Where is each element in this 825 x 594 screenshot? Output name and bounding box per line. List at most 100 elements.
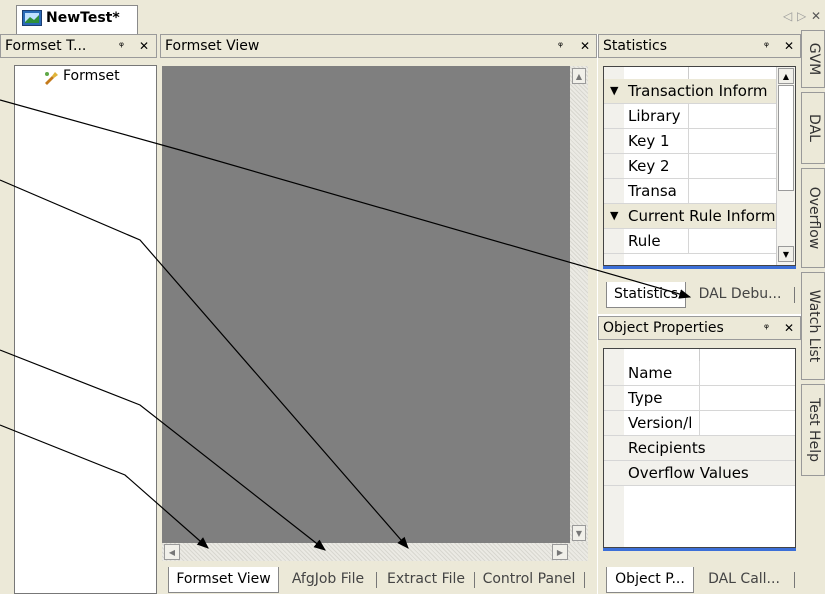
tab-divider xyxy=(376,572,377,588)
property-row[interactable]: Name xyxy=(604,361,795,386)
document-tab-title: NewTest* xyxy=(46,10,120,26)
document-tab-bar: NewTest* ◁ ▷ ✕ xyxy=(0,0,825,34)
pin-icon[interactable]: ᵠ xyxy=(764,317,769,339)
properties-grid: Name Type Version/l Recipients Overflow … xyxy=(603,348,796,548)
tab-afgjob-file[interactable]: AfgJob File xyxy=(281,567,375,593)
close-icon[interactable]: ✕ xyxy=(580,35,590,57)
formset-view-tabstrip: Formset View AfgJob File Extract File Co… xyxy=(160,567,597,594)
category-row[interactable]: ▼ Current Rule Inform xyxy=(604,204,776,229)
tab-divider xyxy=(794,572,795,588)
horizontal-scrollbar[interactable]: ◀ ▶ xyxy=(162,543,588,561)
side-tab-watch-list[interactable]: Watch List xyxy=(801,272,825,380)
statistics-rows: ▼ Transaction Inform Library Key 1 Key 2… xyxy=(604,79,776,265)
panel-title: Formset View xyxy=(165,38,260,54)
scroll-right-icon[interactable]: ▷ xyxy=(797,9,806,23)
formset-icon xyxy=(45,72,58,85)
close-icon[interactable]: ✕ xyxy=(139,35,149,57)
property-label: Library xyxy=(628,107,681,125)
scroll-down-icon[interactable]: ▼ xyxy=(778,246,794,262)
tree-node-label: Formset xyxy=(63,68,120,84)
property-row[interactable]: Library xyxy=(604,104,776,129)
cell-divider xyxy=(699,386,700,410)
tab-dal-debug[interactable]: DAL Debu... xyxy=(688,282,792,308)
formset-tree: Formset xyxy=(14,65,157,594)
category-label: Transaction Inform xyxy=(628,82,768,100)
formset-canvas[interactable] xyxy=(162,66,570,543)
scroll-down-icon[interactable]: ▼ xyxy=(572,525,586,541)
cell-divider xyxy=(688,229,689,253)
tab-object-properties[interactable]: Object P... xyxy=(606,567,694,593)
property-row[interactable]: Key 2 xyxy=(604,154,776,179)
object-properties-titlebar: Object Properties ᵠ ✕ xyxy=(598,316,801,340)
document-tab[interactable]: NewTest* xyxy=(16,5,138,34)
cell-divider xyxy=(688,129,689,153)
side-tab-dal[interactable]: DAL xyxy=(801,92,825,164)
tab-formset-view[interactable]: Formset View xyxy=(168,567,279,593)
close-icon[interactable]: ✕ xyxy=(784,35,794,57)
category-label: Current Rule Inform xyxy=(628,207,776,225)
property-label: Key 2 xyxy=(628,157,670,175)
splitter[interactable] xyxy=(603,266,796,269)
panel-title: Object Properties xyxy=(603,320,724,336)
object-properties-panel: Object Properties ᵠ ✕ Name Type Version/… xyxy=(598,316,801,594)
property-row[interactable]: Recipients xyxy=(604,436,795,461)
side-tab-label: DAL xyxy=(806,114,822,142)
side-tab-label: GVM xyxy=(806,42,822,76)
formset-tree-titlebar: Formset T... ᵠ ✕ xyxy=(0,34,157,58)
property-label: Key 1 xyxy=(628,132,670,150)
property-label: Overflow Values xyxy=(628,464,749,482)
property-row[interactable]: Version/l xyxy=(604,411,795,436)
category-row[interactable]: ▼ Transaction Inform xyxy=(604,79,776,104)
tab-dal-calls[interactable]: DAL Call... xyxy=(696,567,792,593)
statistics-tabstrip: Statistics DAL Debu... xyxy=(598,282,801,309)
tab-extract-file[interactable]: Extract File xyxy=(379,567,473,593)
property-label: Rule xyxy=(628,232,661,250)
statistics-panel: Statistics ᵠ ✕ ▼ Transaction Inform Libr… xyxy=(598,34,801,314)
pin-icon[interactable]: ᵠ xyxy=(119,35,124,57)
vertical-scrollbar[interactable]: ▲ ▼ xyxy=(570,66,588,543)
side-tab-gvm[interactable]: GVM xyxy=(801,30,825,88)
scroll-thumb[interactable] xyxy=(778,85,794,191)
property-label: Version/l xyxy=(628,414,693,432)
property-row[interactable]: Key 1 xyxy=(604,129,776,154)
side-tab-label: Watch List xyxy=(806,289,822,363)
property-row[interactable]: Transa xyxy=(604,179,776,204)
property-label: Type xyxy=(628,389,663,407)
property-label: Transa xyxy=(628,182,677,200)
scroll-right-icon[interactable]: ▶ xyxy=(552,544,568,560)
cell-divider xyxy=(688,154,689,178)
pin-icon[interactable]: ᵠ xyxy=(558,35,563,57)
tab-control-panel[interactable]: Control Panel xyxy=(476,567,582,593)
formset-view-panel: Formset View ᵠ ✕ ▲ ▼ ◀ ▶ Formset View Af… xyxy=(160,34,597,594)
splitter[interactable] xyxy=(603,548,796,551)
scroll-left-icon[interactable]: ◀ xyxy=(164,544,180,560)
scroll-up-icon[interactable]: ▲ xyxy=(778,68,794,84)
cell-divider xyxy=(688,179,689,203)
close-icon[interactable]: ✕ xyxy=(784,317,794,339)
collapse-icon[interactable]: ▼ xyxy=(610,204,618,228)
side-tab-test-help[interactable]: Test Help xyxy=(801,384,825,476)
scroll-left-icon[interactable]: ◁ xyxy=(783,9,792,23)
tab-statistics[interactable]: Statistics xyxy=(606,282,686,308)
grid-divider xyxy=(688,67,689,79)
property-row[interactable]: Overflow Values xyxy=(604,461,795,486)
form-icon xyxy=(22,10,42,26)
properties-tabstrip: Object P... DAL Call... xyxy=(598,567,801,594)
collapse-icon[interactable]: ▼ xyxy=(610,79,618,103)
tab-divider xyxy=(474,572,475,588)
grid-divider xyxy=(699,349,700,361)
property-label: Recipients xyxy=(628,439,706,457)
property-row[interactable]: Type xyxy=(604,386,795,411)
pin-icon[interactable]: ᵠ xyxy=(764,35,769,57)
side-tab-label: Overflow xyxy=(806,186,822,250)
tab-divider xyxy=(794,287,795,303)
panel-title: Formset T... xyxy=(5,38,87,54)
close-document-icon[interactable]: ✕ xyxy=(811,9,821,23)
cell-divider xyxy=(699,411,700,435)
statistics-scrollbar[interactable]: ▲ ▼ xyxy=(776,67,795,265)
statistics-titlebar: Statistics ᵠ ✕ xyxy=(598,34,801,58)
scroll-up-icon[interactable]: ▲ xyxy=(572,68,586,84)
statistics-grid: ▼ Transaction Inform Library Key 1 Key 2… xyxy=(603,66,796,266)
property-row[interactable]: Rule xyxy=(604,229,776,254)
side-tab-overflow[interactable]: Overflow xyxy=(801,168,825,268)
